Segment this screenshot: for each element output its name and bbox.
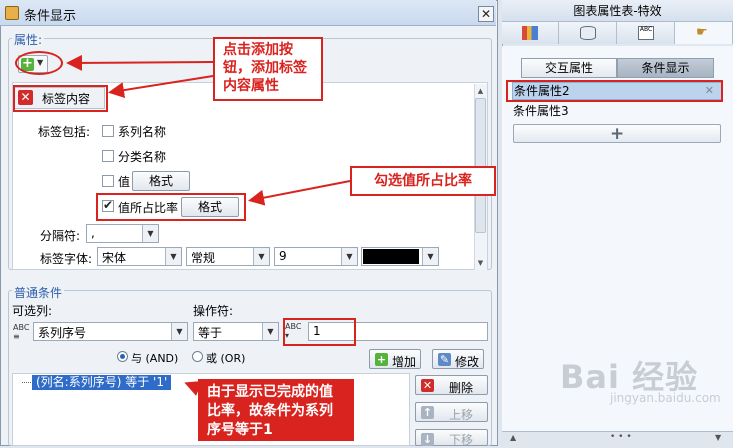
arrow-to-ratio (248, 180, 351, 206)
arrow-to-condition (184, 381, 203, 396)
annotation-arrows (66, 54, 351, 396)
arrow-to-header (108, 75, 214, 99)
arrow-to-add-button (66, 54, 214, 71)
